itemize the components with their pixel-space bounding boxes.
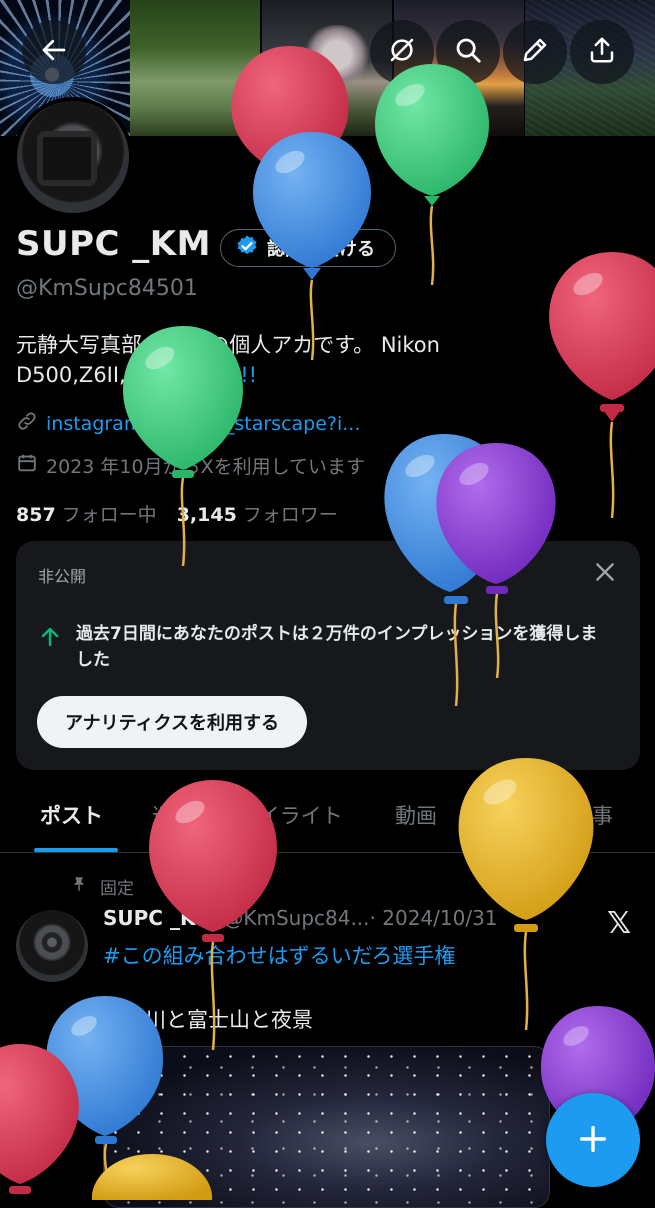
pinned-indicator: 固定	[70, 874, 134, 899]
profile-website-link[interactable]: instagram.com/km_starscape?i...	[16, 410, 360, 437]
balloon-red-4	[0, 1044, 79, 1194]
grok-button[interactable]	[370, 20, 434, 84]
profile-avatar[interactable]	[13, 97, 133, 217]
website-link-text[interactable]: instagram.com/km_starscape?i...	[46, 413, 360, 435]
active-tab-indicator	[34, 848, 118, 852]
impressions-message: 過去7日間にあなたのポストは２万件のインプレッションを獲得しました	[38, 621, 608, 673]
impressions-text: 過去7日間にあなたのポストは２万件のインプレッションを獲得しました	[76, 624, 598, 670]
post-author-avatar[interactable]	[16, 910, 88, 982]
get-verified-button[interactable]: 認証を受ける	[220, 229, 396, 267]
camera-lens-graphic	[37, 131, 97, 186]
search-icon	[453, 35, 483, 69]
post-image[interactable]	[103, 1046, 550, 1208]
close-card-button[interactable]	[592, 559, 618, 585]
compose-post-button[interactable]	[546, 1093, 640, 1187]
following-label: フォロー中	[61, 504, 157, 526]
tab-articles[interactable]: 記事	[571, 800, 613, 830]
calendar-icon	[16, 452, 38, 479]
verified-badge-icon	[235, 234, 259, 263]
edit-button[interactable]	[503, 20, 567, 84]
pencil-icon	[520, 35, 550, 69]
profile-bio: 元静大写真部の KM の個人アカです。 Nikon D500,Z6II,Z50I…	[16, 330, 636, 390]
tab-posts[interactable]: ポスト	[40, 800, 103, 830]
link-icon	[16, 410, 38, 437]
followers-label: フォロワー	[242, 504, 338, 526]
profile-tabs: ポスト 返信 ハイライト 動画 画像 記事	[0, 790, 655, 853]
private-analytics-card: 非公開 過去7日間にあなたのポストは２万件のインプレッションを獲得しました アナ…	[16, 541, 640, 770]
x-logo-icon: 𝕏	[607, 906, 632, 941]
profile-join-date: 2023 年10月からXを利用しています	[16, 452, 365, 479]
tab-replies[interactable]: 返信	[152, 800, 194, 830]
tab-media[interactable]: 画像	[483, 800, 525, 830]
plus-icon	[576, 1112, 610, 1168]
post-date: · 2024/10/31	[369, 906, 498, 930]
post-header: SUPC _KM @KmSupc84...· 2024/10/31	[103, 906, 498, 930]
post-author-handle[interactable]: @KmSupc84...	[223, 906, 369, 930]
close-icon	[592, 563, 618, 589]
arrow-left-icon	[39, 35, 69, 69]
search-button[interactable]	[436, 20, 500, 84]
back-button[interactable]	[22, 20, 86, 84]
arrow-up-icon	[38, 621, 62, 673]
share-icon	[587, 35, 617, 69]
card-title: 非公開	[38, 567, 87, 586]
share-button[interactable]	[570, 20, 634, 84]
grok-icon	[387, 35, 417, 69]
pinned-label: 固定	[100, 879, 134, 899]
followers-count: 3,145	[176, 504, 237, 526]
post-author-name[interactable]: SUPC _KM	[103, 906, 215, 930]
profile-handle: @KmSupc84501	[16, 276, 198, 301]
follow-stats: 857 フォロー中 3,145 フォロワー	[16, 500, 338, 527]
use-analytics-button[interactable]: アナリティクスを利用する	[37, 696, 308, 748]
banner-photo-cherry-tree	[262, 0, 392, 136]
post-text: 天の川と富士山と夜景	[103, 1008, 313, 1032]
profile-display-name: SUPC _KM	[16, 224, 211, 264]
bio-highlight: ←new!!	[179, 363, 258, 387]
tab-highlights[interactable]: ハイライト	[238, 800, 343, 830]
banner-photo-forest	[130, 0, 260, 136]
tab-videos[interactable]: 動画	[395, 800, 437, 830]
join-date-text: 2023 年10月からXを利用しています	[46, 456, 366, 478]
followers-link[interactable]: 3,145 フォロワー	[177, 500, 338, 527]
pin-icon	[70, 875, 88, 898]
get-verified-label: 認証を受ける	[267, 239, 375, 260]
following-count: 857	[16, 504, 56, 526]
post-hashtag[interactable]: #この組み合わせはずるいだろ選手権	[103, 940, 455, 970]
following-link[interactable]: 857 フォロー中	[16, 500, 157, 527]
